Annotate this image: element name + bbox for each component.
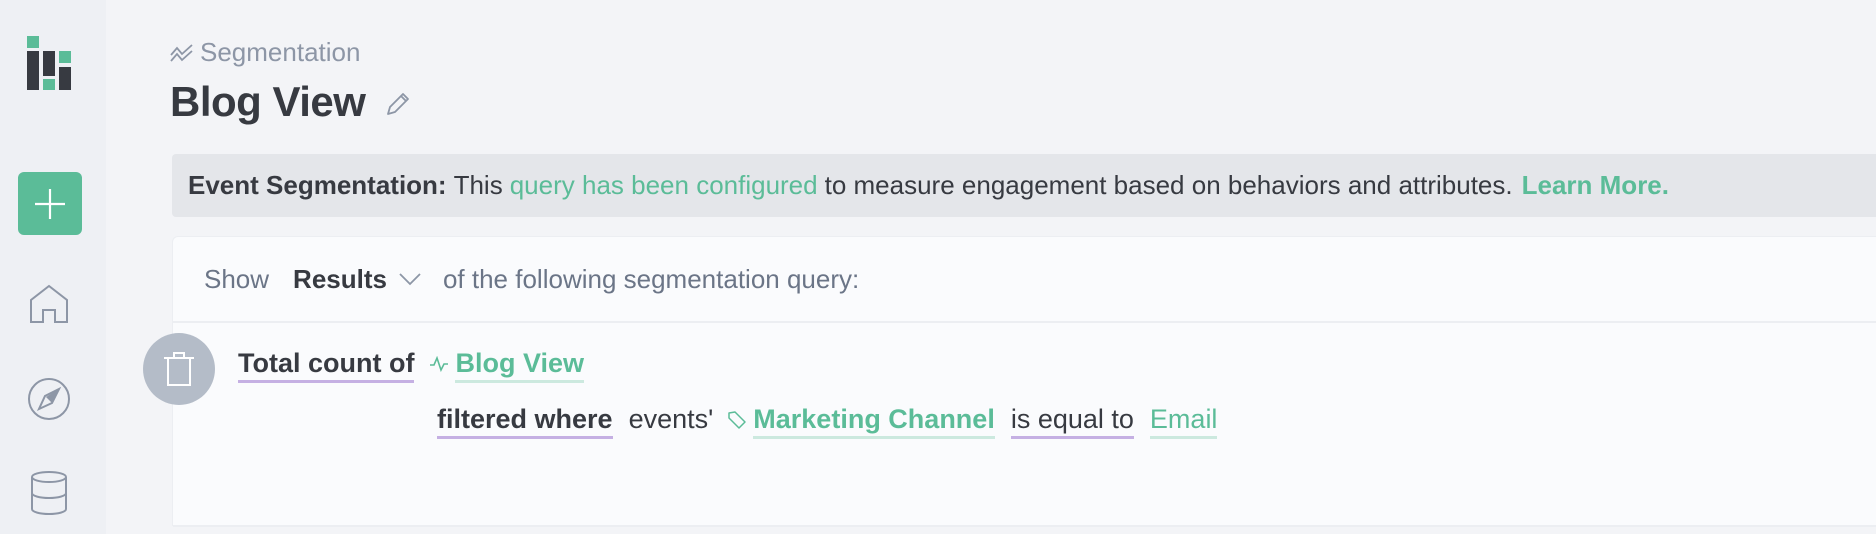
delete-clause-button[interactable] — [143, 333, 215, 405]
trash-icon — [164, 352, 194, 386]
breadcrumb[interactable]: Segmentation — [170, 37, 360, 68]
property-selector[interactable]: Marketing Channel — [753, 404, 995, 439]
aggregation-selector[interactable]: Total count of — [238, 348, 415, 383]
add-button[interactable] — [18, 172, 82, 235]
banner-text-after: to measure engagement based on behaviors… — [824, 170, 1513, 200]
show-label: Show — [204, 263, 270, 294]
results-mode-dropdown[interactable]: Results — [293, 264, 421, 295]
chevron-down-icon — [399, 273, 421, 286]
plus-icon — [35, 188, 65, 219]
pencil-icon[interactable] — [385, 91, 411, 117]
info-banner: Event Segmentation: This query has been … — [172, 154, 1876, 217]
query-card: Show Results of the following segmentati… — [143, 236, 1876, 527]
nav-explore[interactable] — [26, 376, 72, 422]
banner-label: Event Segmentation: — [188, 170, 447, 200]
query-suffix: of the following segmentation query: — [442, 263, 860, 294]
nav-data[interactable] — [26, 470, 72, 516]
filter-selector[interactable]: filtered where — [437, 404, 613, 439]
banner-text-before: This — [453, 170, 503, 200]
operator-selector[interactable]: is equal to — [1010, 404, 1134, 439]
event-selector[interactable]: Blog View — [455, 348, 584, 383]
value-selector[interactable]: Email — [1149, 404, 1218, 439]
compass-icon — [28, 378, 70, 420]
results-mode-value: Results — [293, 263, 387, 294]
query-card-header: Show Results of the following segmentati… — [173, 237, 1876, 323]
filter-scope: events' — [628, 404, 714, 434]
query-clause-line-2: filtered where events' Marketing Channel… — [437, 404, 1218, 439]
main-content: Segmentation Blog View Event Segmentatio… — [106, 0, 1876, 534]
breadcrumb-label: Segmentation — [200, 37, 361, 67]
page-title: Blog View — [170, 78, 366, 125]
app-logo[interactable] — [27, 36, 73, 90]
home-icon — [30, 284, 68, 323]
learn-more-link[interactable]: Learn More. — [1522, 170, 1669, 201]
nav-home[interactable] — [26, 281, 72, 327]
database-icon — [31, 471, 67, 515]
tag-icon — [728, 411, 747, 429]
segmentation-chart-icon — [170, 43, 193, 62]
banner-query-link[interactable]: query has been configured — [510, 170, 818, 201]
card-divider — [173, 525, 1876, 527]
sidebar — [0, 0, 106, 534]
query-clause-line-1: Total count of Blog View — [238, 348, 584, 383]
activity-pulse-icon — [430, 355, 449, 372]
title-row: Blog View — [170, 78, 411, 126]
